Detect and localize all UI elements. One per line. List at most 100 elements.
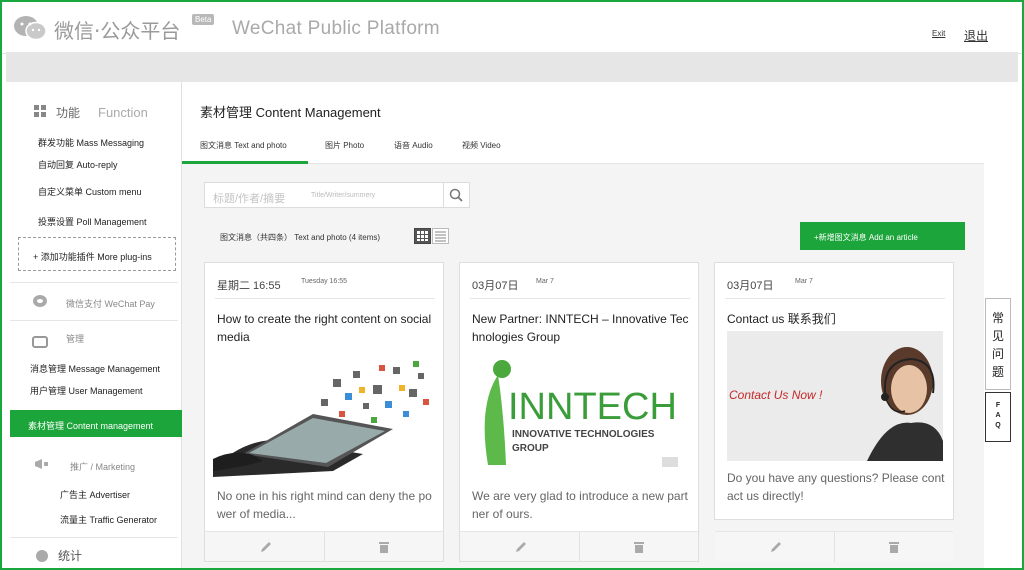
faq-letter: Q xyxy=(995,422,1001,429)
list-view-button[interactable] xyxy=(432,228,449,244)
edit-pencil-icon[interactable] xyxy=(769,540,783,554)
sidebar-item-traffic-generator[interactable]: 流量主 Traffic Generator xyxy=(60,513,157,526)
add-plugins-button[interactable]: + 添加功能插件 More plug-ins xyxy=(18,237,176,271)
tab-bar: 图文消息 Text and photo 图片 Photo 语音 Audio 视频… xyxy=(182,128,984,164)
sidebar-item-content-management[interactable]: 素材管理 Content management xyxy=(10,410,183,437)
tab-text-and-photo[interactable]: 图文消息 Text and photo xyxy=(200,140,287,151)
article-card[interactable]: 03月07日 Mar 7 New Partner: INNTECH – Inno… xyxy=(459,262,699,562)
header-strip xyxy=(6,52,1018,82)
faq-button-en[interactable]: F A Q xyxy=(985,392,1011,442)
faq-letter: F xyxy=(995,402,1001,409)
sidebar-function-heading: 功能 Function xyxy=(56,104,148,121)
sidebar-item-message-management[interactable]: 消息管理 Message Management xyxy=(30,362,160,375)
sidebar-active-label: 素材管理 Content management xyxy=(28,421,154,431)
manage-icon xyxy=(32,336,48,348)
card-title[interactable]: How to create the right content on socia… xyxy=(217,310,435,346)
faq-char: 问 xyxy=(991,347,1004,361)
sidebar-item-mass-messaging[interactable]: 群发功能 Mass Messaging xyxy=(38,136,144,149)
marketing-icon xyxy=(35,459,48,469)
action-separator xyxy=(834,532,835,562)
faq-button-cn[interactable]: 常 见 问 题 xyxy=(985,298,1011,390)
exit-link-en[interactable]: Exit xyxy=(932,29,945,38)
card-actions xyxy=(205,531,443,562)
add-plugins-label: + 添加功能插件 More plug-ins xyxy=(33,252,152,262)
card-date: 星期二 16:55 xyxy=(217,280,281,292)
item-count-label: 图文消息（共四条） Text and photo (4 items) xyxy=(220,233,381,242)
faq-char: 常 xyxy=(991,311,1004,325)
faq-letter: A xyxy=(995,412,1001,419)
sidebar-divider xyxy=(10,320,178,321)
function-label-en: Function xyxy=(98,105,148,120)
logo-text-sub1: INNOVATIVE TECHNOLOGIES xyxy=(512,429,655,440)
add-article-button[interactable]: +新增图文消息 Add an article xyxy=(800,222,965,250)
card-divider xyxy=(470,298,690,299)
sidebar-item-custom-menu[interactable]: 自定义菜单 Custom menu xyxy=(38,185,142,198)
sidebar-divider xyxy=(10,537,178,538)
article-card[interactable]: 03月07日 Mar 7 Contact us 联系我们 Contact Us … xyxy=(714,262,954,562)
card-date-en: Tuesday 16:55 xyxy=(301,278,348,285)
card-description: No one in his right mind can deny the po… xyxy=(217,489,432,521)
edit-pencil-icon[interactable] xyxy=(514,540,528,554)
beta-badge: Beta xyxy=(192,14,215,25)
card-actions xyxy=(715,531,953,562)
search-placeholder-cn: 标题/作者/摘要 xyxy=(213,193,286,205)
card-cover-image: INNTECH INNOVATIVE TECHNOLOGIES GROUP xyxy=(468,355,690,477)
search-input[interactable]: 标题/作者/摘要 Title/Writer/summery xyxy=(204,182,470,208)
faq-char: 见 xyxy=(991,329,1004,343)
trash-icon[interactable] xyxy=(632,540,646,554)
search-button[interactable] xyxy=(443,183,469,207)
add-article-label: +新增图文消息 Add an article xyxy=(814,233,918,242)
tablet-social-media-image xyxy=(213,361,429,477)
sidebar-item-auto-reply[interactable]: 自动回复 Auto-reply xyxy=(38,158,118,171)
sidebar-section-marketing: 推广 / Marketing xyxy=(70,462,136,472)
trash-icon[interactable] xyxy=(377,540,391,554)
edit-pencil-icon[interactable] xyxy=(259,540,273,554)
trash-icon[interactable] xyxy=(887,540,901,554)
grid-view-icon xyxy=(417,231,428,241)
list-view-icon xyxy=(435,231,446,242)
card-date-en: Mar 7 xyxy=(795,278,813,285)
page-title: 素材管理 Content Management xyxy=(200,105,381,120)
contact-image-text: Contact Us Now ! xyxy=(729,388,823,402)
function-grid-icon xyxy=(34,105,46,117)
card-divider xyxy=(725,298,945,299)
sidebar-item-user-management[interactable]: 用户管理 User Management xyxy=(30,384,143,397)
tab-photo[interactable]: 图片 Photo xyxy=(325,140,364,151)
sidebar-item-poll-management[interactable]: 投票设置 Poll Management xyxy=(38,215,147,228)
sidebar-section-manage: 管理 xyxy=(66,334,85,344)
grid-view-button[interactable] xyxy=(414,228,431,244)
card-date-en: Mar 7 xyxy=(536,278,554,285)
inntech-logo-image: INNTECH INNOVATIVE TECHNOLOGIES GROUP xyxy=(484,360,678,467)
faq-float[interactable]: 常 见 问 题 F A Q xyxy=(985,298,1011,444)
sidebar: 功能 Function 群发功能 Mass Messaging 自动回复 Auto… xyxy=(6,82,183,568)
card-date: 03月07日 xyxy=(472,280,519,292)
faq-char: 题 xyxy=(991,365,1004,379)
card-description: We are very glad to introduce a new part… xyxy=(472,489,688,521)
card-description: Do you have any questions? Please contac… xyxy=(727,471,945,503)
sidebar-divider xyxy=(10,282,178,283)
card-date: 03月07日 xyxy=(727,280,774,292)
content-area: 素材管理 Content Management 图文消息 Text and ph… xyxy=(182,82,984,568)
card-actions xyxy=(460,531,698,562)
wechat-logo-icon xyxy=(14,16,47,41)
sidebar-item-advertiser[interactable]: 广告主 Advertiser xyxy=(60,488,130,501)
stats-icon xyxy=(36,550,48,562)
search-placeholder-en: Title/Writer/summery xyxy=(311,192,376,199)
sidebar-section-wechat-pay[interactable]: 微信支付 WeChat Pay xyxy=(66,297,155,310)
tab-video[interactable]: 视频 Video xyxy=(462,140,501,151)
wechat-pay-icon xyxy=(33,295,47,307)
search-icon xyxy=(449,188,463,202)
sidebar-section-stats[interactable]: 统计 xyxy=(58,547,82,564)
function-label-cn: 功能 xyxy=(56,106,81,120)
tab-audio[interactable]: 语音 Audio xyxy=(394,140,433,151)
top-bar: 微信·公众平台 Beta WeChat Public Platform Exit… xyxy=(2,2,1022,54)
card-title[interactable]: Contact us 联系我们 xyxy=(727,310,945,328)
logo-text-main: INNTECH xyxy=(508,386,677,428)
card-divider xyxy=(215,298,435,299)
card-title[interactable]: New Partner: INNTECH – Innovative Techno… xyxy=(472,310,690,346)
card-cover-image: Contact Us Now ! xyxy=(727,331,943,461)
exit-link-cn[interactable]: 退出 xyxy=(964,27,988,44)
action-separator xyxy=(579,532,580,562)
action-separator xyxy=(324,532,325,562)
article-card[interactable]: 星期二 16:55 Tuesday 16:55 How to create th… xyxy=(204,262,444,562)
